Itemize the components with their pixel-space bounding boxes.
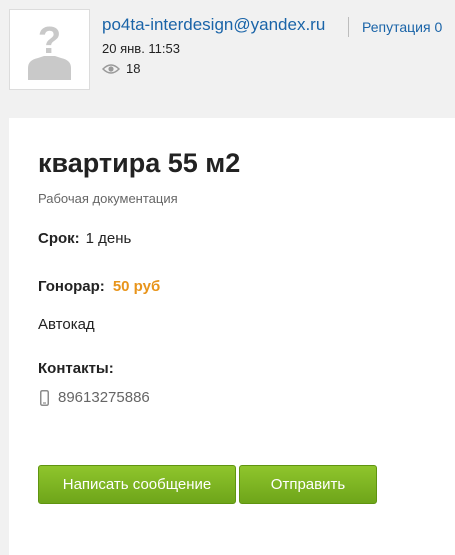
send-button[interactable]: Отправить [239, 465, 377, 504]
fee-row: Гонорар: 50 руб [38, 278, 160, 295]
phone-number: 89613275886 [58, 389, 150, 406]
views-counter: 18 [102, 61, 140, 76]
eye-icon [102, 63, 120, 74]
write-message-button[interactable]: Написать сообщение [38, 465, 236, 504]
header-divider [348, 17, 349, 37]
deadline-label: Срок: [38, 230, 80, 247]
avatar[interactable]: ? [9, 9, 90, 90]
post-date: 20 янв. 11:53 [102, 41, 180, 56]
svg-text:?: ? [38, 20, 61, 62]
software-text: Автокад [38, 316, 95, 333]
fee-value: 50 руб [112, 278, 161, 295]
reputation-link[interactable]: Репутация 0 [362, 19, 442, 35]
job-title: квартира 55 м2 [38, 148, 241, 178]
deadline-value: 1 день [85, 230, 132, 247]
deadline-row: Срок: 1 день [38, 230, 131, 247]
default-user-avatar-icon: ? [10, 10, 89, 89]
job-card: квартира 55 м2 Рабочая документация Срок… [9, 118, 455, 555]
contacts-label: Контакты: [38, 360, 114, 377]
job-category: Рабочая документация [38, 191, 178, 206]
phone-contact: 89613275886 [40, 389, 150, 406]
views-count: 18 [126, 61, 141, 76]
author-email-link[interactable]: po4ta-interdesign@yandex.ru [102, 15, 325, 35]
author-header: ? po4ta-interdesign@yandex.ru Репутация … [0, 0, 455, 100]
fee-label: Гонорар: [38, 278, 105, 295]
mobile-phone-icon [40, 389, 49, 406]
